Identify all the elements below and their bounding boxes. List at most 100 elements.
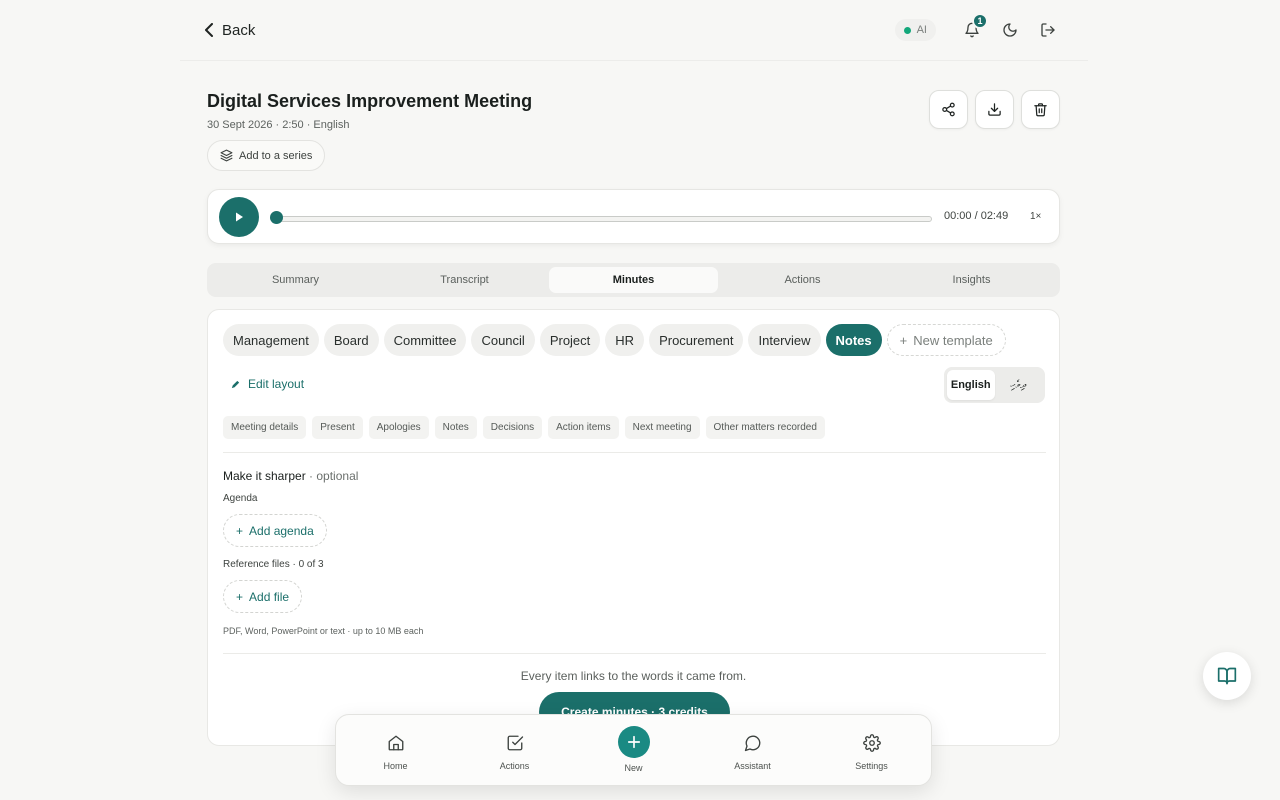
nav-settings[interactable]: Settings xyxy=(812,730,931,771)
sharper-optional: · optional xyxy=(305,469,359,483)
nav-home-label: Home xyxy=(383,760,408,771)
theme-toggle-button[interactable] xyxy=(992,16,1028,44)
edit-layout-button[interactable]: Edit layout xyxy=(230,377,304,391)
play-button[interactable] xyxy=(219,197,259,237)
section-apologies[interactable]: Apologies xyxy=(368,416,429,439)
trash-icon xyxy=(1034,103,1047,117)
divider xyxy=(223,653,1046,654)
template-notes[interactable]: Notes xyxy=(825,324,882,356)
notification-badge: 1 xyxy=(972,13,988,29)
section-chips: Meeting details Present Apologies Notes … xyxy=(223,416,825,439)
chat-bubble-icon xyxy=(744,735,760,751)
template-board[interactable]: Board xyxy=(323,324,379,356)
notifications-button[interactable]: 1 xyxy=(954,13,990,44)
divider xyxy=(223,452,1046,453)
template-interview[interactable]: Interview xyxy=(748,324,821,356)
section-present[interactable]: Present xyxy=(312,416,363,439)
new-template-label: New template xyxy=(913,332,993,348)
tab-summary[interactable]: Summary xyxy=(211,267,380,293)
playback-speed-button[interactable]: 1× xyxy=(1030,211,1041,222)
reference-files-label: Reference files · 0 of 3 xyxy=(223,559,324,570)
nav-settings-label: Settings xyxy=(855,760,888,771)
language-english[interactable]: English xyxy=(947,370,995,400)
section-decisions[interactable]: Decisions xyxy=(482,416,543,439)
template-council[interactable]: Council xyxy=(471,324,535,356)
section-meeting-details[interactable]: Meeting details xyxy=(223,416,307,439)
ai-status-pill[interactable]: AI xyxy=(894,19,936,41)
logout-icon xyxy=(1041,23,1055,37)
section-other-matters[interactable]: Other matters recorded xyxy=(705,416,825,439)
agenda-label: Agenda xyxy=(223,493,258,504)
nav-actions[interactable]: Actions xyxy=(455,730,574,771)
sharper-heading: Make it sharper · optional xyxy=(223,469,358,483)
share-button[interactable] xyxy=(929,90,968,129)
add-agenda-button[interactable]: + Add agenda xyxy=(223,514,327,547)
ai-status-dot xyxy=(903,26,911,34)
tab-transcript[interactable]: Transcript xyxy=(380,267,549,293)
template-committee[interactable]: Committee xyxy=(383,324,467,356)
delete-button[interactable] xyxy=(1021,90,1060,129)
plus-icon xyxy=(627,735,640,748)
meeting-meta: 30 Sept 2026 · 2:50 · English xyxy=(207,119,350,131)
template-chips: Management Board Committee Council Proje… xyxy=(223,324,1006,356)
section-notes[interactable]: Notes xyxy=(434,416,477,439)
plus-icon: + xyxy=(899,332,908,348)
section-action-items[interactable]: Action items xyxy=(548,416,619,439)
language-dhivehi[interactable]: ދިވެހި xyxy=(995,370,1043,400)
checkbox-icon xyxy=(507,735,523,750)
pencil-icon xyxy=(231,380,240,388)
tab-actions[interactable]: Actions xyxy=(718,267,887,293)
share-icon xyxy=(942,102,955,117)
footer-text: Every item links to the words it came fr… xyxy=(520,669,747,683)
minutes-card: Management Board Committee Council Proje… xyxy=(207,309,1060,746)
nav-actions-label: Actions xyxy=(499,760,530,771)
edit-layout-label: Edit layout xyxy=(248,377,305,391)
bottom-nav: Home Actions New Assistant Settings xyxy=(335,714,932,786)
download-button[interactable] xyxy=(975,90,1014,129)
top-actions: AI 1 xyxy=(894,13,1066,44)
download-icon xyxy=(988,103,1001,116)
new-template-button[interactable]: + New template xyxy=(886,324,1006,356)
progress-track[interactable] xyxy=(273,216,932,222)
play-icon xyxy=(236,212,243,222)
nav-home[interactable]: Home xyxy=(336,730,455,771)
add-file-button[interactable]: + Add file xyxy=(223,580,303,613)
progress-thumb[interactable] xyxy=(270,211,283,224)
meeting-actions xyxy=(929,90,1060,129)
series-label: Add to a series xyxy=(239,149,313,162)
template-management[interactable]: Management xyxy=(223,324,319,356)
new-button[interactable] xyxy=(617,725,650,758)
guide-button[interactable] xyxy=(1203,652,1251,700)
logout-button[interactable] xyxy=(1030,16,1066,44)
nav-assistant[interactable]: Assistant xyxy=(693,730,812,771)
chevron-left-icon xyxy=(205,23,213,37)
add-agenda-label: Add agenda xyxy=(249,523,314,538)
tab-minutes[interactable]: Minutes xyxy=(549,267,718,293)
add-to-series-button[interactable]: Add to a series xyxy=(207,140,326,171)
moon-icon xyxy=(1003,23,1017,37)
ai-label: AI xyxy=(916,24,927,36)
book-open-icon xyxy=(1217,667,1237,685)
meeting-title: Digital Services Improvement Meeting xyxy=(207,91,533,111)
top-bar: Back AI 1 xyxy=(180,0,1088,61)
language-toggle: English ދިވެހި xyxy=(944,367,1045,403)
back-button[interactable]: Back xyxy=(204,20,255,40)
section-next-meeting[interactable]: Next meeting xyxy=(624,416,700,439)
tab-insights[interactable]: Insights xyxy=(887,267,1056,293)
plus-icon: + xyxy=(236,589,244,604)
add-file-label: Add file xyxy=(249,589,290,604)
template-procurement[interactable]: Procurement xyxy=(649,324,744,356)
file-hint: PDF, Word, PowerPoint or text · up to 10… xyxy=(223,626,424,636)
layers-icon xyxy=(220,149,233,162)
template-project[interactable]: Project xyxy=(539,324,601,356)
template-hr[interactable]: HR xyxy=(605,324,645,356)
view-tabs: Summary Transcript Minutes Actions Insig… xyxy=(207,263,1060,297)
playback-time: 00:00 / 02:49 xyxy=(944,210,1009,222)
nav-new[interactable]: New xyxy=(574,725,693,773)
audio-player: 00:00 / 02:49 1× xyxy=(207,189,1060,244)
plus-icon: + xyxy=(236,523,244,538)
nav-new-label: New xyxy=(624,762,643,773)
home-icon xyxy=(388,735,403,750)
nav-assistant-label: Assistant xyxy=(734,760,771,771)
sharper-title: Make it sharper xyxy=(223,469,306,483)
